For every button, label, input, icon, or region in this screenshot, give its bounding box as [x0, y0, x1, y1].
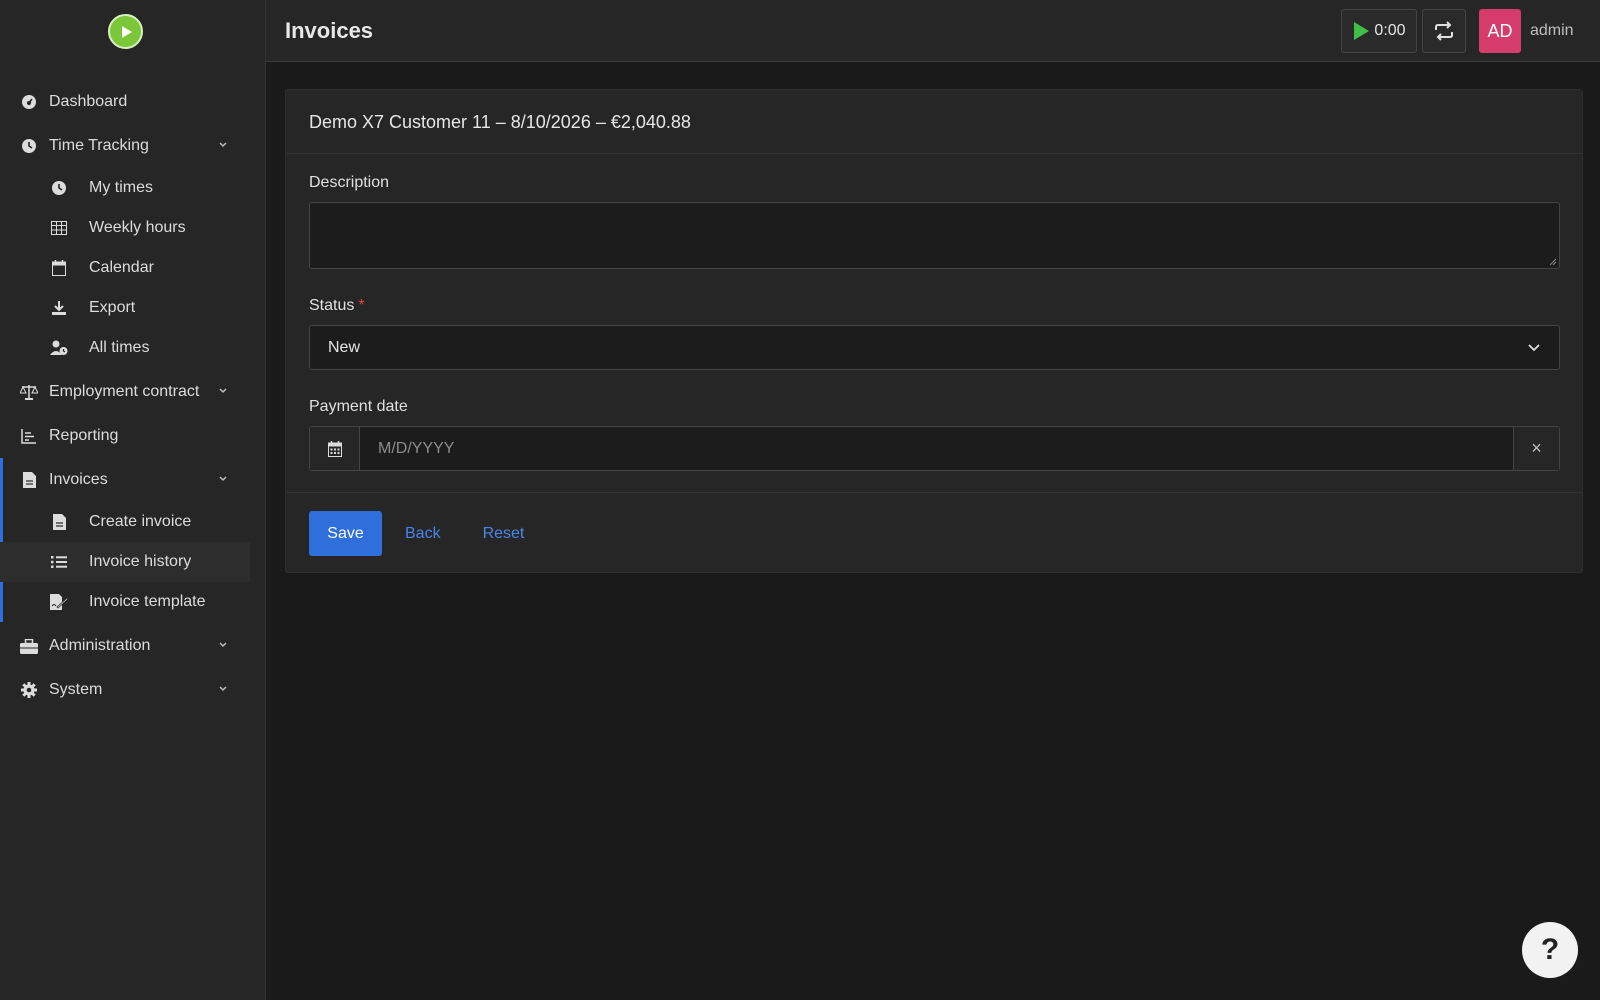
- invoice-edit-card: Demo X7 Customer 11 – 8/10/2026 – €2,040…: [285, 89, 1583, 573]
- sidebar-item-label: Create invoice: [89, 513, 192, 530]
- chevron-down-icon: [219, 642, 227, 648]
- file-signature-icon: [50, 593, 68, 611]
- help-button[interactable]: ?: [1522, 922, 1578, 978]
- avatar[interactable]: AD: [1479, 9, 1521, 53]
- status-label-text: Status: [309, 297, 355, 314]
- play-icon: [121, 25, 132, 38]
- top-bar: Invoices 0:00 AD admin: [266, 0, 1600, 62]
- sidebar-item-calendar[interactable]: Calendar: [0, 248, 266, 288]
- sidebar-item-invoice-template[interactable]: Invoice template: [0, 582, 266, 622]
- sidebar-item-weekly-hours[interactable]: Weekly hours: [0, 208, 266, 248]
- chevron-down-icon: [219, 388, 227, 394]
- sidebar-item-label: Administration: [49, 637, 151, 654]
- sidebar-item-label: My times: [89, 179, 153, 196]
- sidebar-item-my-times[interactable]: My times: [0, 168, 266, 208]
- status-selected-value: New: [328, 338, 361, 356]
- sidebar-item-label: System: [49, 681, 103, 698]
- sidebar-item-time-tracking[interactable]: Time Tracking: [0, 124, 266, 168]
- clear-date-button[interactable]: ×: [1513, 427, 1559, 470]
- sidebar-item-system[interactable]: System: [0, 668, 266, 712]
- invoice-form: Description Status * New Payment date M/D…: [286, 154, 1582, 471]
- sidebar-item-label: Calendar: [89, 259, 154, 276]
- resize-handle-icon[interactable]: [1549, 258, 1557, 266]
- save-button[interactable]: Save: [309, 511, 382, 556]
- sidebar-item-label: Reporting: [49, 427, 119, 444]
- back-link[interactable]: Back: [405, 525, 441, 543]
- payment-date-label: Payment date: [309, 398, 408, 415]
- payment-date-input[interactable]: M/D/YYYY: [360, 427, 1513, 470]
- username[interactable]: admin: [1530, 22, 1574, 40]
- page-title: Invoices: [285, 18, 374, 43]
- payment-date-group: M/D/YYYY ×: [309, 426, 1560, 471]
- sidebar-nav: Dashboard Time Tracking My times Weekly …: [0, 80, 266, 712]
- date-picker-button[interactable]: [310, 427, 360, 470]
- sidebar-item-dashboard[interactable]: Dashboard: [0, 80, 266, 124]
- sidebar-item-label: Invoice template: [89, 593, 206, 610]
- sidebar-item-label: Invoice history: [89, 553, 192, 570]
- sidebar-item-employment-contract[interactable]: Employment contract: [0, 370, 266, 414]
- play-icon: [1354, 22, 1370, 40]
- chevron-down-icon: [1528, 344, 1540, 352]
- recent-activities-button[interactable]: [1422, 9, 1466, 53]
- sync-icon: [1435, 21, 1453, 41]
- app-logo[interactable]: [108, 14, 143, 49]
- sidebar-item-label: Invoices: [49, 471, 108, 488]
- description-label: Description: [309, 174, 390, 191]
- calendar-icon: [327, 440, 342, 457]
- invoice-icon: [20, 471, 38, 489]
- sidebar-item-export[interactable]: Export: [0, 288, 266, 328]
- start-timer-button[interactable]: 0:00: [1341, 9, 1417, 53]
- gear-icon: [20, 681, 38, 699]
- sidebar-item-administration[interactable]: Administration: [0, 624, 266, 668]
- chevron-down-icon: [219, 476, 227, 482]
- reset-link[interactable]: Reset: [483, 525, 525, 543]
- invoice-icon: [50, 513, 68, 531]
- sidebar-group-invoices: Invoices Create invoice Invoice history: [0, 458, 266, 622]
- sidebar-item-label: Weekly hours: [89, 219, 186, 236]
- sidebar-item-label: All times: [89, 339, 150, 356]
- description-field[interactable]: [309, 202, 1560, 269]
- chevron-down-icon: [219, 142, 227, 148]
- timer-value: 0:00: [1374, 22, 1406, 39]
- toolbox-icon: [20, 637, 38, 655]
- status-select[interactable]: New: [309, 325, 1560, 370]
- sidebar-item-invoice-history[interactable]: Invoice history: [0, 542, 250, 582]
- payment-date-placeholder: M/D/YYYY: [378, 439, 455, 457]
- sidebar-item-label: Export: [89, 299, 136, 316]
- clock-icon: [50, 179, 68, 197]
- sidebar: Dashboard Time Tracking My times Weekly …: [0, 0, 266, 1000]
- user-clock-icon: [50, 339, 68, 357]
- sidebar-item-all-times[interactable]: All times: [0, 328, 266, 368]
- table-icon: [50, 219, 68, 237]
- status-label: Status *: [309, 297, 1559, 315]
- sidebar-item-label: Time Tracking: [49, 137, 149, 154]
- sidebar-item-create-invoice[interactable]: Create invoice: [0, 502, 266, 542]
- download-icon: [50, 299, 68, 317]
- balance-scale-icon: [20, 383, 38, 401]
- close-icon: ×: [1531, 438, 1542, 458]
- calendar-icon: [50, 259, 68, 277]
- clock-icon: [20, 137, 38, 155]
- list-icon: [50, 553, 68, 571]
- chevron-down-icon: [219, 686, 227, 692]
- dashboard-icon: [20, 93, 38, 111]
- sidebar-item-invoices[interactable]: Invoices: [0, 458, 266, 502]
- sidebar-item-label: Dashboard: [49, 93, 128, 110]
- sidebar-item-reporting[interactable]: Reporting: [0, 414, 266, 458]
- form-actions: Save Back Reset: [286, 492, 1582, 574]
- card-title: Demo X7 Customer 11 – 8/10/2026 – €2,040…: [286, 90, 1582, 154]
- chart-icon: [20, 427, 38, 445]
- required-marker: *: [358, 297, 365, 314]
- sidebar-item-label: Employment contract: [49, 383, 200, 400]
